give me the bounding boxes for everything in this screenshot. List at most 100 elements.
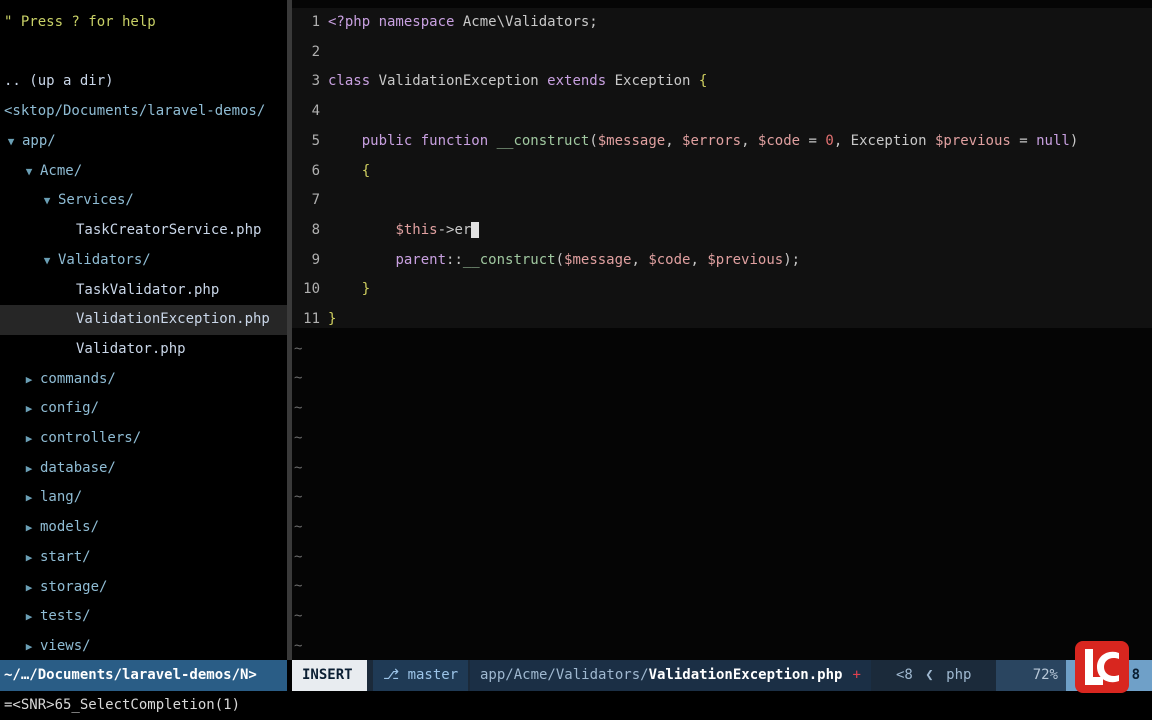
code-token: = (1010, 132, 1037, 149)
caret-right-icon[interactable]: ▶ (22, 573, 36, 603)
code-line[interactable]: 7 (292, 186, 328, 216)
caret-right-icon[interactable]: ▶ (22, 632, 36, 662)
tree-folder[interactable]: ▶ database/ (0, 454, 116, 484)
tree-item-label: TaskValidator.php (76, 281, 220, 298)
code-token: __construct (462, 251, 556, 268)
code-line[interactable]: 10 } (292, 275, 370, 305)
caret-down-icon[interactable]: ▼ (4, 127, 18, 157)
line-number: 4 (311, 103, 320, 120)
empty-line-tilde: ~ (294, 578, 303, 595)
mode-indicator: INSERT (292, 660, 367, 691)
tree-folder[interactable]: ▶ config/ (0, 394, 99, 424)
filetype: php (946, 667, 972, 683)
empty-line-tilde: ~ (294, 400, 303, 417)
tree-folder[interactable]: ▶ views/ (0, 632, 91, 662)
code-token: } (361, 281, 371, 298)
code-line[interactable]: 6 { (292, 157, 371, 187)
line-number: 3 (311, 73, 320, 90)
laracasts-logo (1075, 641, 1129, 693)
tree-folder[interactable]: ▼ Acme/ (0, 157, 82, 187)
code-token: ValidationException (378, 73, 548, 90)
code-token: } (328, 311, 337, 327)
line-number: 8 (311, 221, 320, 238)
line-number: 9 (311, 251, 320, 268)
tree-folder[interactable]: ▶ models/ (0, 513, 99, 543)
tree-item-label: models/ (40, 519, 100, 536)
code-line[interactable]: 9 parent::__construct($message, $code, $… (292, 246, 801, 276)
tree-folder[interactable]: ▶ storage/ (0, 573, 108, 603)
code-token: $previous (934, 132, 1011, 149)
encoding-info: <8 (896, 667, 913, 683)
caret-right-icon[interactable]: ▶ (22, 424, 36, 454)
git-branch: ⎇ master (373, 660, 469, 691)
code-token: $errors (682, 132, 742, 149)
tree-item-label: lang/ (40, 489, 83, 506)
code-line[interactable]: 5 public function __construct($message, … (292, 127, 1079, 157)
code-line[interactable]: 11} (292, 305, 336, 335)
code-line[interactable]: 2 (292, 38, 328, 68)
tree-item-label: storage/ (40, 578, 108, 595)
tree-folder[interactable]: ▶ controllers/ (0, 424, 141, 454)
tree-folder[interactable]: ▼ Services/ (0, 186, 134, 216)
tree-item-label: database/ (40, 459, 116, 476)
tree-item-label: ValidationException.php (76, 311, 270, 328)
tree-item-label: Services/ (58, 192, 134, 209)
code-token: $message (597, 132, 666, 149)
code-token: , (833, 132, 851, 149)
line-number: 2 (311, 43, 320, 60)
caret-down-icon[interactable]: ▼ (22, 157, 36, 187)
code-token: $message (564, 251, 632, 268)
caret-right-icon[interactable]: ▶ (22, 394, 36, 424)
tree-item-label: app/ (22, 133, 56, 149)
tree-file[interactable]: TaskCreatorService.php (0, 216, 261, 246)
code-line[interactable]: 4 (292, 97, 328, 127)
empty-line-tilde: ~ (294, 489, 303, 506)
tree-current-dir[interactable]: <sktop/Documents/laravel-demos/ (0, 97, 265, 127)
tree-item-label: config/ (40, 400, 100, 417)
tree-item-label: Validators/ (58, 251, 151, 268)
tree-status-path: ~/…/Documents/laravel-demos/N> (0, 660, 287, 691)
code-token: __construct (496, 132, 590, 149)
tree-folder[interactable]: ▶ tests/ (0, 602, 91, 632)
branch-icon: ⎇ (383, 667, 400, 683)
file-tree-panel[interactable]: " Press ? for help .. (up a dir) <sktop/… (0, 0, 287, 660)
caret-right-icon[interactable]: ▶ (22, 513, 36, 543)
code-token: null (1036, 132, 1070, 149)
code-token: , (631, 251, 649, 268)
caret-right-icon[interactable]: ▶ (22, 483, 36, 513)
caret-down-icon[interactable]: ▼ (40, 186, 54, 216)
code-token: class (328, 73, 379, 90)
line-number: 6 (311, 162, 320, 179)
empty-line-tilde: ~ (294, 429, 303, 446)
code-line[interactable]: 1 <?php namespace Acme\Validators; (292, 8, 598, 38)
code-token: Exception (850, 132, 935, 149)
caret-right-icon[interactable]: ▶ (22, 454, 36, 484)
tree-file[interactable]: Validator.php (0, 335, 186, 365)
code-token: $code (757, 132, 801, 149)
code-token: ); (783, 251, 801, 268)
tree-folder[interactable]: ▶ commands/ (0, 365, 116, 395)
tree-file[interactable]: TaskValidator.php (0, 276, 219, 306)
tree-item-label: tests/ (40, 608, 91, 625)
code-line[interactable]: 8 $this->er (292, 216, 480, 246)
line-number: 1 (311, 14, 320, 30)
code-editor[interactable]: 1 <?php namespace Acme\Validators; 2 3 class… (292, 0, 1152, 660)
caret-right-icon[interactable]: ▶ (22, 365, 36, 395)
code-line[interactable]: 3 class ValidationException extends Excep… (292, 67, 708, 97)
caret-right-icon[interactable]: ▶ (22, 602, 36, 632)
code-token: $this (395, 221, 438, 238)
caret-right-icon[interactable]: ▶ (22, 543, 36, 573)
command-line[interactable]: =<SNR>65_SelectCompletion(1) (0, 691, 1152, 720)
tree-file[interactable]: ValidationException.php (0, 305, 270, 335)
tree-folder[interactable]: ▶ lang/ (0, 483, 82, 513)
caret-down-icon[interactable]: ▼ (40, 246, 54, 276)
empty-line-tilde: ~ (294, 340, 303, 357)
tree-folder[interactable]: ▶ start/ (0, 543, 91, 573)
tree-folder[interactable]: ▼ Validators/ (0, 246, 151, 276)
tree-item-label: Acme/ (40, 162, 83, 179)
tree-up-dir[interactable]: .. (up a dir) (0, 67, 114, 97)
tree-folder[interactable]: ▼ app/ (0, 127, 56, 157)
